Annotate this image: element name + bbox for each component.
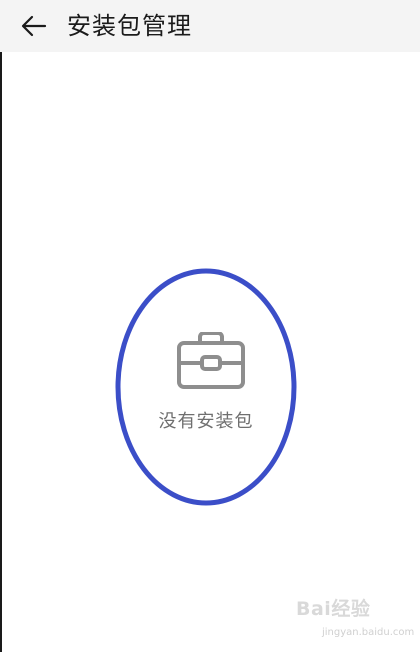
empty-message: 没有安装包 — [158, 411, 254, 432]
arrow-left-icon — [21, 15, 47, 37]
watermark-url: jingyan.baidu.com — [322, 627, 415, 638]
briefcase-icon — [177, 332, 245, 389]
empty-state: 没有安装包 — [110, 265, 302, 510]
app-header: 安装包管理 — [0, 0, 420, 52]
page-title: 安装包管理 — [67, 12, 192, 40]
left-edge-line — [0, 52, 2, 652]
watermark-logo: Bai经验 — [296, 598, 371, 620]
back-button[interactable] — [14, 8, 54, 44]
watermark: Bai经验 jingyan.baidu.com — [296, 594, 414, 646]
